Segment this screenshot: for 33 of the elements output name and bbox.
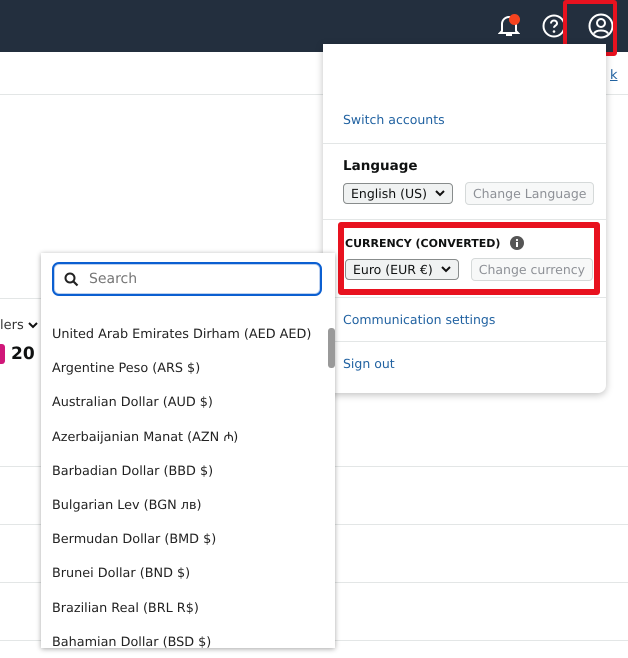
language-heading: Language [343, 158, 419, 174]
currency-option[interactable]: Brazilian Real (BRL R$) [52, 592, 327, 626]
account-button[interactable] [588, 13, 614, 39]
filter-label[interactable]: lers [0, 318, 24, 333]
link[interactable]: k [610, 68, 618, 83]
currency-option[interactable]: Bermudan Dollar (BMD $) [52, 523, 327, 558]
search-field[interactable]: Search [52, 262, 322, 296]
bell-icon [498, 14, 520, 38]
currency-option[interactable]: Barbadian Dollar (BBD $) [52, 454, 327, 489]
help-icon [542, 14, 566, 38]
communication-settings-link[interactable]: Communication settings [343, 312, 496, 327]
currency-option[interactable]: Bulgarian Lev (BGN лв) [52, 488, 327, 524]
switch-accounts-link[interactable]: Switch accounts [343, 112, 445, 127]
notifications-button[interactable] [498, 14, 520, 38]
user-icon [588, 13, 614, 39]
caret-icon [28, 322, 38, 329]
currency-select[interactable]: Euro (EUR €) [345, 259, 459, 280]
color-bar [0, 344, 5, 364]
language-select[interactable]: English (US) [343, 183, 453, 204]
currency-option[interactable]: United Arab Emirates Dirham (AED AED) [52, 318, 327, 352]
currency-option[interactable]: Bahamian Dollar (BSD $) [52, 626, 327, 648]
caret-icon [440, 266, 451, 273]
search-icon [64, 272, 79, 287]
currency-option[interactable]: Azerbaijanian Manat (AZN ₼) [52, 420, 327, 455]
count: 20 [11, 344, 35, 364]
sign-out-link[interactable]: Sign out [343, 356, 395, 371]
currency-option[interactable]: Argentine Peso (ARS $) [52, 352, 327, 386]
currency-option[interactable]: Australian Dollar (AUD $) [52, 386, 327, 421]
info-icon [510, 236, 524, 250]
help-button[interactable] [542, 14, 566, 38]
currency-option[interactable]: Brunei Dollar (BND $) [52, 557, 327, 592]
currency-heading: CURRENCY (CONVERTED) [345, 236, 500, 250]
caret-icon [434, 190, 445, 197]
